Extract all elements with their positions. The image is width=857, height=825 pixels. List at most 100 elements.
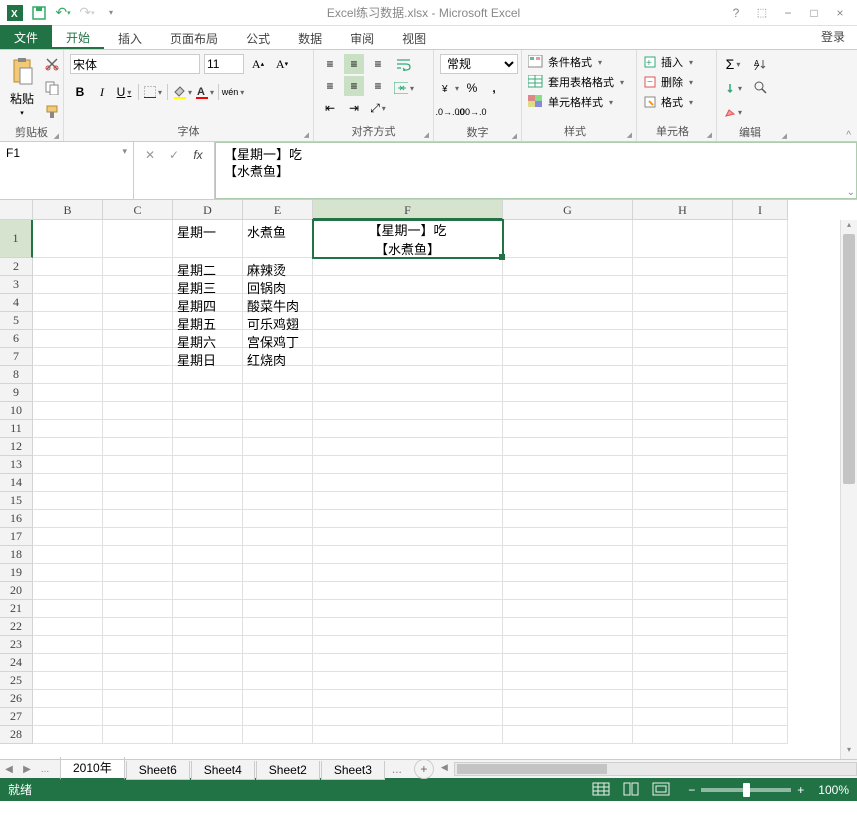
cell-H15[interactable] (633, 492, 733, 510)
cell-C28[interactable] (103, 726, 173, 744)
col-header-E[interactable]: E (243, 200, 313, 220)
cell-B4[interactable] (33, 294, 103, 312)
minimize-icon[interactable]: − (779, 4, 797, 22)
cell-G4[interactable] (503, 294, 633, 312)
cell-F10[interactable] (313, 402, 503, 420)
accounting-format-icon[interactable]: ¥ (440, 78, 460, 98)
cell-I8[interactable] (733, 366, 788, 384)
cell-E20[interactable] (243, 582, 313, 600)
row-header-22[interactable]: 22 (0, 618, 33, 636)
cell-I14[interactable] (733, 474, 788, 492)
cell-H13[interactable] (633, 456, 733, 474)
page-layout-view-icon[interactable] (622, 782, 642, 798)
cell-C18[interactable] (103, 546, 173, 564)
close-icon[interactable]: × (831, 4, 849, 22)
copy-icon[interactable] (42, 78, 62, 98)
cell-B16[interactable] (33, 510, 103, 528)
cell-E5[interactable]: 可乐鸡翅 (243, 312, 313, 330)
save-icon[interactable] (30, 4, 48, 22)
cell-G23[interactable] (503, 636, 633, 654)
sheet-tab-1[interactable]: Sheet6 (126, 761, 190, 780)
cell-H16[interactable] (633, 510, 733, 528)
cell-I1[interactable] (733, 220, 788, 258)
row-header-17[interactable]: 17 (0, 528, 33, 546)
cell-D5[interactable]: 星期五 (173, 312, 243, 330)
excel-icon[interactable]: X (6, 4, 24, 22)
cell-E16[interactable] (243, 510, 313, 528)
cell-E17[interactable] (243, 528, 313, 546)
cell-B17[interactable] (33, 528, 103, 546)
row-header-16[interactable]: 16 (0, 510, 33, 528)
cell-C19[interactable] (103, 564, 173, 582)
comma-icon[interactable]: , (484, 78, 504, 98)
tab-insert[interactable]: 插入 (104, 27, 156, 49)
row-header-7[interactable]: 7 (0, 348, 33, 366)
cell-H20[interactable] (633, 582, 733, 600)
cell-E13[interactable] (243, 456, 313, 474)
cell-E7[interactable]: 红烧肉 (243, 348, 313, 366)
cell-F5[interactable] (313, 312, 503, 330)
cell-E22[interactable] (243, 618, 313, 636)
decrease-indent-icon[interactable]: ⇤ (320, 98, 340, 118)
cell-F22[interactable] (313, 618, 503, 636)
orientation-icon[interactable]: ⤢ (368, 98, 388, 118)
cell-D19[interactable] (173, 564, 243, 582)
increase-font-icon[interactable]: A▴ (248, 54, 268, 74)
cell-I18[interactable] (733, 546, 788, 564)
cell-I20[interactable] (733, 582, 788, 600)
cell-I24[interactable] (733, 654, 788, 672)
cell-H19[interactable] (633, 564, 733, 582)
cell-F18[interactable] (313, 546, 503, 564)
sheet-nav-dots[interactable]: ... (36, 764, 54, 775)
cell-B9[interactable] (33, 384, 103, 402)
cell-G13[interactable] (503, 456, 633, 474)
cell-F2[interactable] (313, 258, 503, 276)
row-header-14[interactable]: 14 (0, 474, 33, 492)
cell-I23[interactable] (733, 636, 788, 654)
cell-I27[interactable] (733, 708, 788, 726)
cell-D15[interactable] (173, 492, 243, 510)
cell-H11[interactable] (633, 420, 733, 438)
cell-E3[interactable]: 回锅肉 (243, 276, 313, 294)
cell-C13[interactable] (103, 456, 173, 474)
cell-H27[interactable] (633, 708, 733, 726)
fill-icon[interactable] (723, 78, 743, 98)
cell-G9[interactable] (503, 384, 633, 402)
cell-B20[interactable] (33, 582, 103, 600)
cell-C6[interactable] (103, 330, 173, 348)
cell-B18[interactable] (33, 546, 103, 564)
cell-D16[interactable] (173, 510, 243, 528)
cell-F7[interactable] (313, 348, 503, 366)
cell-H5[interactable] (633, 312, 733, 330)
cell-E9[interactable] (243, 384, 313, 402)
cell-B28[interactable] (33, 726, 103, 744)
name-box-dropdown-icon[interactable]: ▾ (122, 146, 127, 157)
cell-I22[interactable] (733, 618, 788, 636)
cell-G15[interactable] (503, 492, 633, 510)
col-header-D[interactable]: D (173, 200, 243, 220)
sheet-scroll-right[interactable]: ▶ (18, 764, 36, 775)
paste-button[interactable]: 粘贴 ▾ (6, 54, 38, 119)
cell-G24[interactable] (503, 654, 633, 672)
row-header-21[interactable]: 21 (0, 600, 33, 618)
align-middle-icon[interactable]: ≡ (344, 54, 364, 74)
cell-C21[interactable] (103, 600, 173, 618)
cell-G19[interactable] (503, 564, 633, 582)
cell-B8[interactable] (33, 366, 103, 384)
cell-G2[interactable] (503, 258, 633, 276)
increase-indent-icon[interactable]: ⇥ (344, 98, 364, 118)
cell-C11[interactable] (103, 420, 173, 438)
cell-I13[interactable] (733, 456, 788, 474)
undo-icon[interactable]: ↶▾ (54, 4, 72, 22)
cell-F26[interactable] (313, 690, 503, 708)
cell-C25[interactable] (103, 672, 173, 690)
cell-G17[interactable] (503, 528, 633, 546)
cell-G7[interactable] (503, 348, 633, 366)
cell-D18[interactable] (173, 546, 243, 564)
cell-C1[interactable] (103, 220, 173, 258)
cell-E21[interactable] (243, 600, 313, 618)
zoom-out-icon[interactable]: − (688, 783, 695, 797)
cell-H24[interactable] (633, 654, 733, 672)
sheet-tab-3[interactable]: Sheet2 (256, 761, 320, 780)
underline-button[interactable]: U (114, 82, 134, 102)
